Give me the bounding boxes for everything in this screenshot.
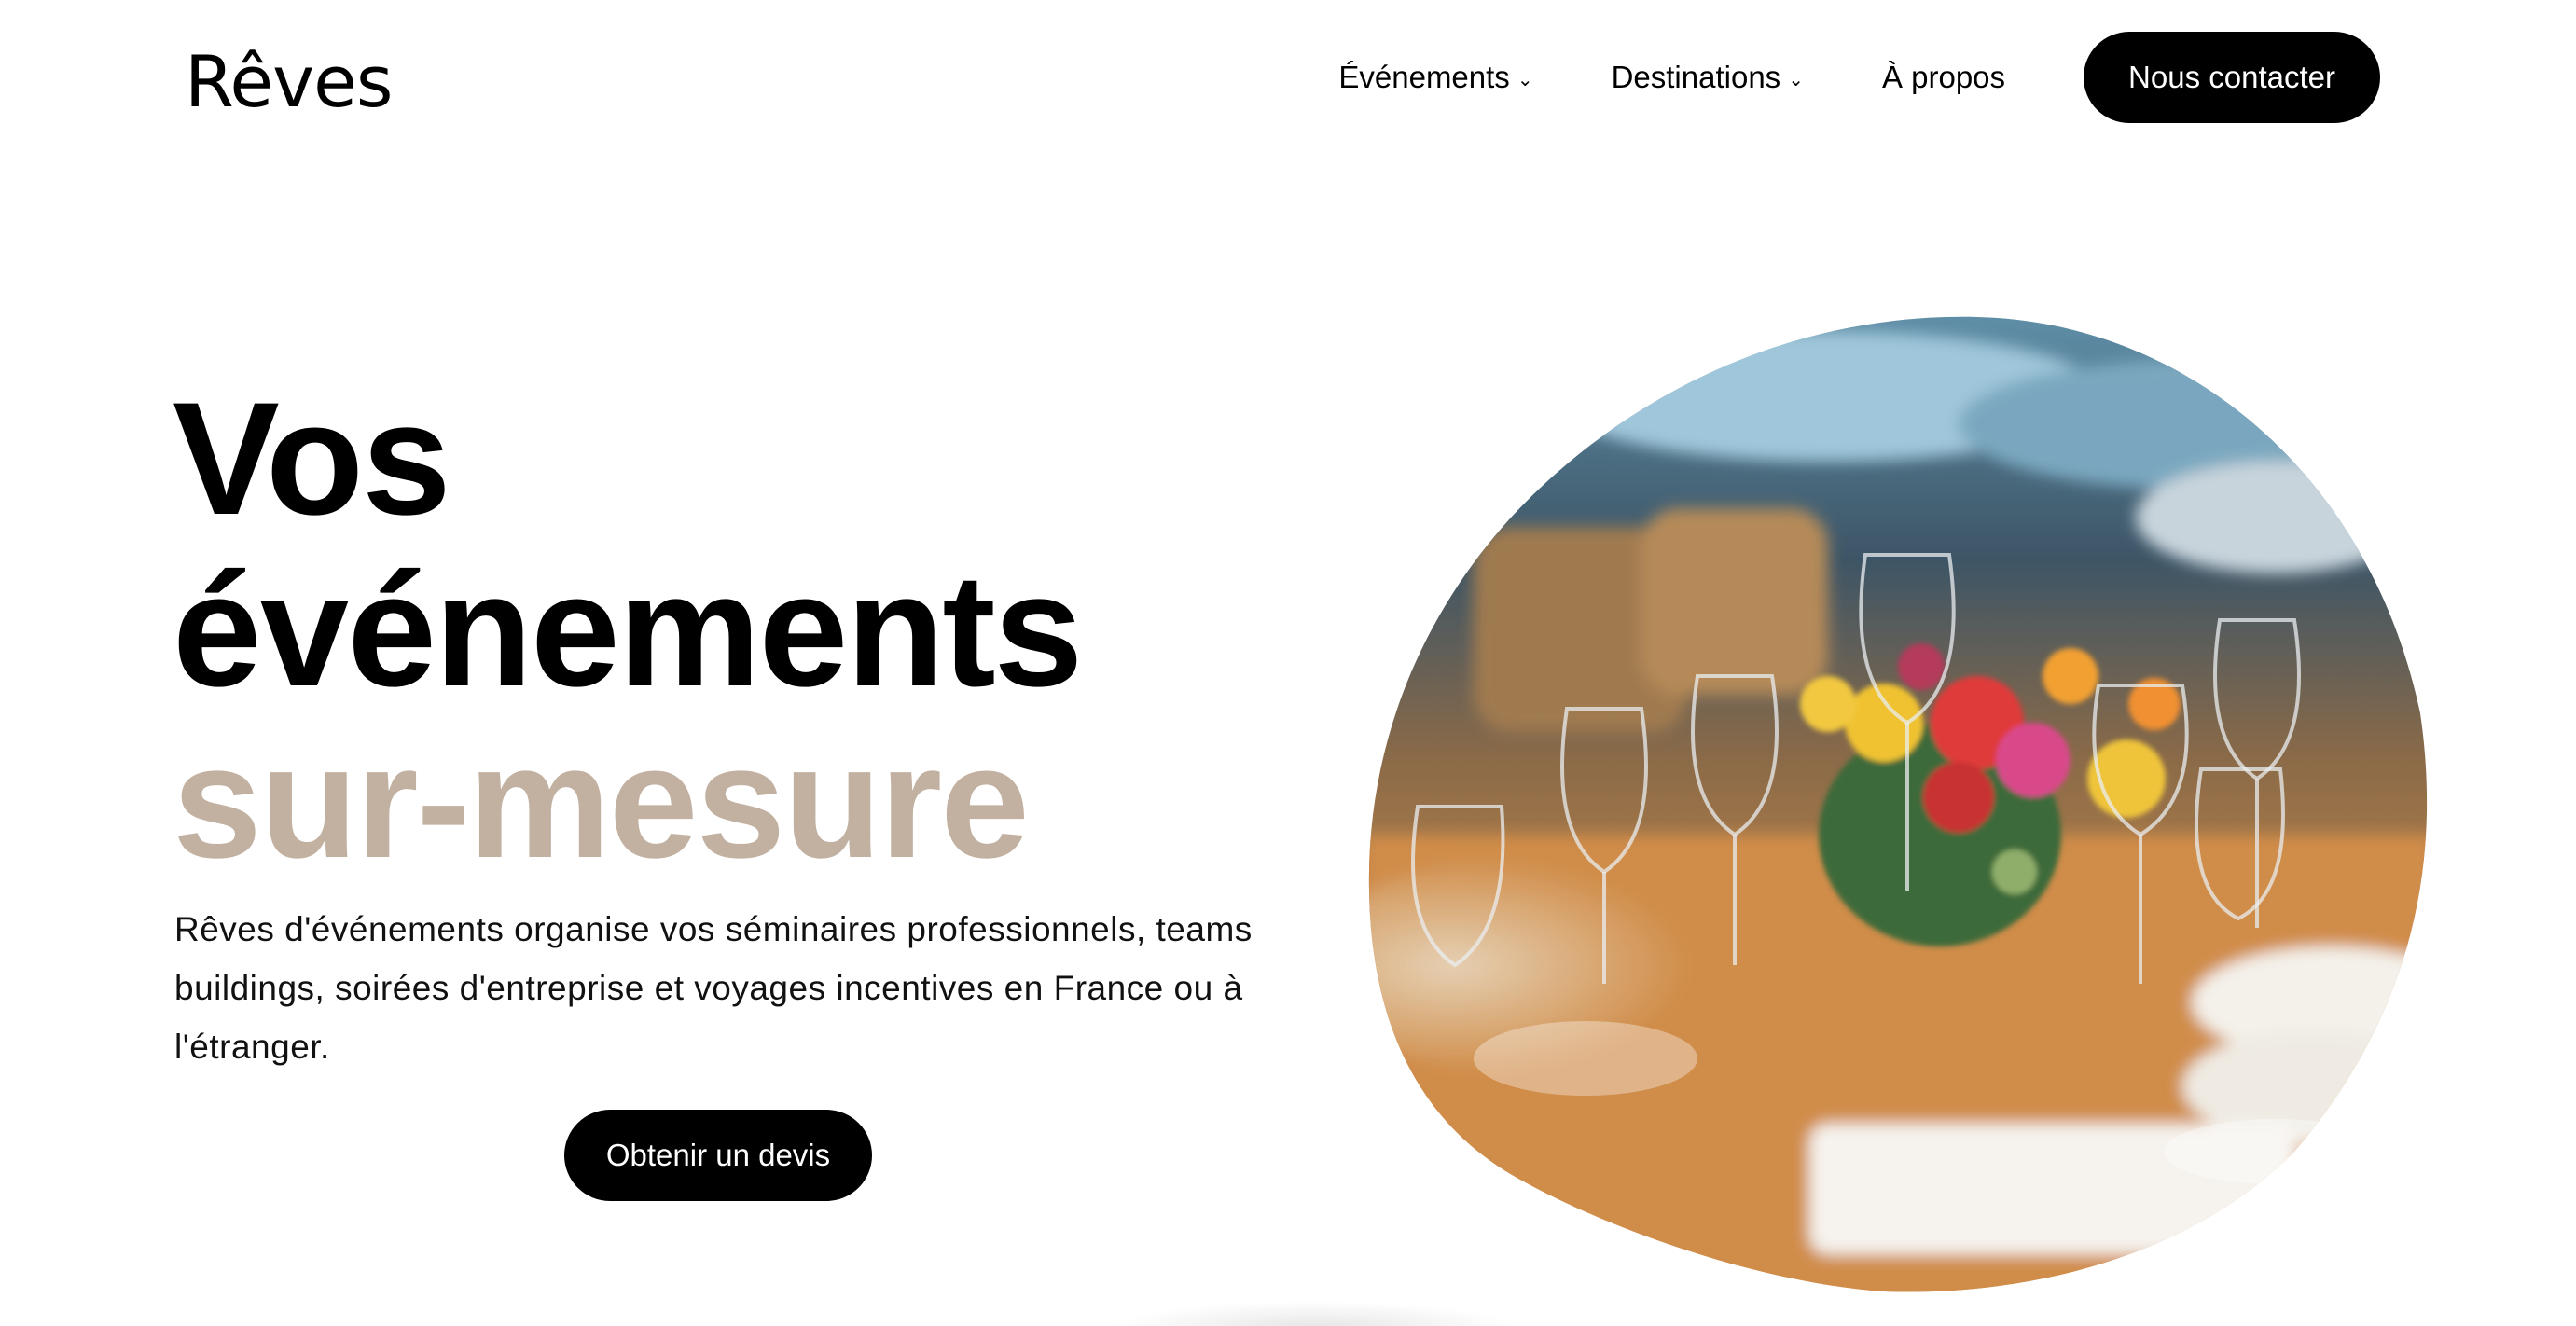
quote-button[interactable]: Obtenir un devis <box>564 1110 872 1201</box>
main-nav: Événements ⌄ Destinations ⌄ À propos Nou… <box>1338 32 2380 123</box>
nav-item-evenements[interactable]: Événements ⌄ <box>1338 60 1532 95</box>
contact-button[interactable]: Nous contacter <box>2084 32 2380 123</box>
hero-title: Vos événements sur-mesure <box>173 369 1083 891</box>
nav-item-destinations[interactable]: Destinations ⌄ <box>1612 60 1804 95</box>
chevron-down-icon: ⌄ <box>1517 69 1533 90</box>
nav-item-label: Destinations <box>1611 60 1781 94</box>
nav-item-label: À propos <box>1881 60 2006 94</box>
hero-description: Rêves d'événements organise vos séminair… <box>174 910 1253 1066</box>
decorative-shadow <box>1110 1301 1520 1326</box>
chevron-down-icon: ⌄ <box>1788 69 1804 90</box>
nav-item-label: Événements <box>1338 60 1510 94</box>
brand-logo[interactable]: Rêves <box>185 47 393 117</box>
nav-item-a-propos[interactable]: À propos <box>1882 60 2005 95</box>
hero-title-line: Vos <box>173 369 451 548</box>
hero-table-setting-image <box>1368 316 2428 1292</box>
hero-title-line: événements <box>173 541 1083 720</box>
hero-title-accent: sur-mesure <box>173 712 1030 891</box>
